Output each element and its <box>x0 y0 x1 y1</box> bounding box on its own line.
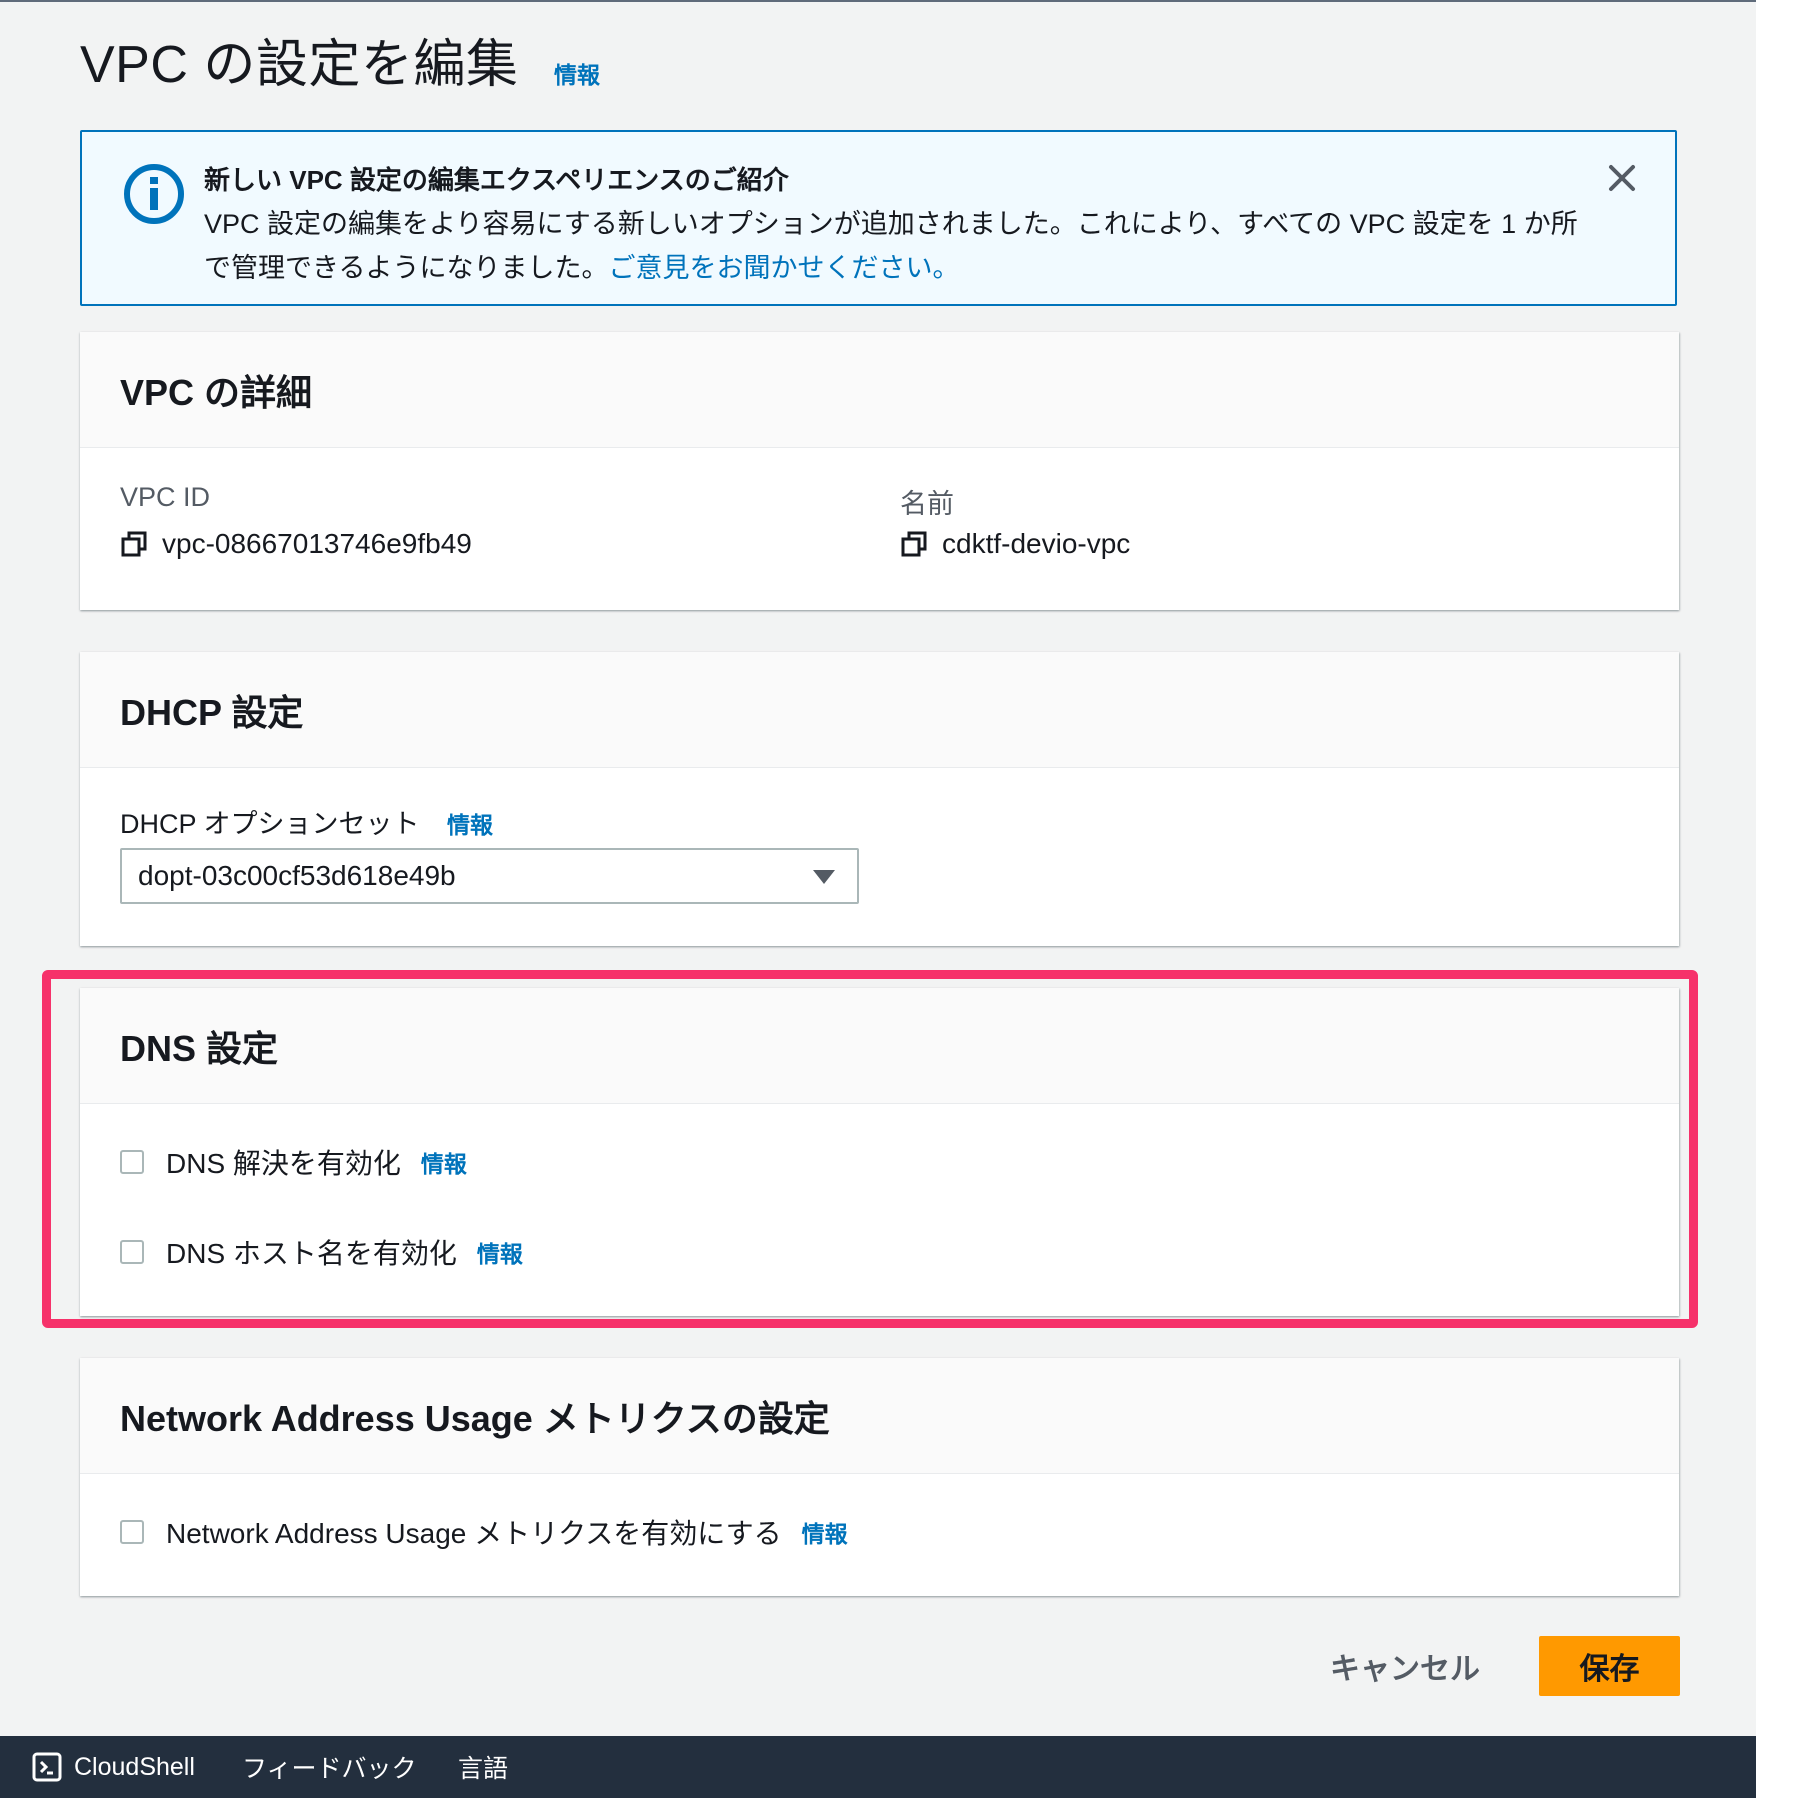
feedback-link[interactable]: ご意見をお聞かせください。 <box>608 253 959 283</box>
dhcp-option-set-select[interactable]: dopt-03c00cf53d618e49b <box>120 848 859 904</box>
info-icon <box>124 164 184 224</box>
vpc-name-value-row: cdktf-devio-vpc <box>900 528 1130 560</box>
dhcp-option-set-label-text: DHCP オプションセット <box>120 809 420 839</box>
copy-icon[interactable] <box>120 530 148 558</box>
nau-info-link[interactable]: 情報 <box>802 1515 848 1549</box>
dns-resolution-row: DNS 解決を有効化 情報 <box>120 1142 467 1182</box>
vpc-name-value: cdktf-devio-vpc <box>942 528 1131 559</box>
right-edge <box>1756 0 1798 1798</box>
top-border <box>0 0 1756 2</box>
vpc-details-panel: VPC の詳細 VPC ID vpc-08667013746e9fb49 名前 … <box>80 332 1679 610</box>
nau-checkbox-label[interactable]: Network Address Usage メトリクスを有効にする <box>166 1512 782 1552</box>
dhcp-option-set-value: dopt-03c00cf53d618e49b <box>138 860 456 891</box>
nau-row: Network Address Usage メトリクスを有効にする 情報 <box>120 1512 848 1552</box>
dns-resolution-label[interactable]: DNS 解決を有効化 <box>166 1142 401 1182</box>
page-title: VPC の設定を編集 <box>80 36 519 94</box>
vpc-id-label: VPC ID <box>120 482 211 512</box>
cloudshell-button[interactable]: CloudShell <box>32 1736 195 1798</box>
dns-hostnames-checkbox[interactable] <box>120 1240 144 1264</box>
flash-body: VPC 設定の編集をより容易にする新しいオプションが追加されました。これにより、… <box>204 202 1584 290</box>
save-button[interactable]: 保存 <box>1539 1636 1680 1696</box>
dns-hostnames-info-link[interactable]: 情報 <box>477 1235 523 1269</box>
vpc-details-header: VPC の詳細 <box>80 332 1679 448</box>
flash-title: 新しい VPC 設定の編集エクスペリエンスのご紹介 <box>204 165 789 195</box>
cloudshell-icon <box>32 1752 62 1782</box>
dns-hostnames-label[interactable]: DNS ホスト名を有効化 <box>166 1232 457 1272</box>
vpc-id-value: vpc-08667013746e9fb49 <box>162 528 472 559</box>
console-footer: CloudShell フィードバック 言語 <box>0 1736 1756 1798</box>
dhcp-settings-panel: DHCP 設定 DHCP オプションセット 情報 dopt-03c00cf53d… <box>80 652 1679 946</box>
nau-settings-header: Network Address Usage メトリクスの設定 <box>80 1358 1679 1474</box>
dns-hostnames-row: DNS ホスト名を有効化 情報 <box>120 1232 523 1272</box>
copy-icon[interactable] <box>900 530 928 558</box>
dhcp-info-link[interactable]: 情報 <box>447 812 493 838</box>
dns-settings-header: DNS 設定 <box>80 988 1679 1104</box>
page-info-link[interactable]: 情報 <box>554 56 600 90</box>
cloudshell-label: CloudShell <box>74 1752 195 1781</box>
caret-down-icon <box>813 870 835 884</box>
language-button[interactable]: 言語 <box>458 1736 508 1798</box>
dns-resolution-checkbox[interactable] <box>120 1150 144 1174</box>
nau-checkbox[interactable] <box>120 1520 144 1544</box>
info-flash-banner: 新しい VPC 設定の編集エクスペリエンスのご紹介 VPC 設定の編集をより容易… <box>80 130 1677 306</box>
vpc-name-label: 名前 <box>900 489 954 519</box>
feedback-button[interactable]: フィードバック <box>242 1736 417 1798</box>
dns-resolution-info-link[interactable]: 情報 <box>421 1145 467 1179</box>
cancel-button[interactable]: キャンセル <box>1320 1636 1490 1696</box>
dhcp-option-set-label: DHCP オプションセット 情報 <box>120 802 493 841</box>
dns-settings-panel: DNS 設定 DNS 解決を有効化 情報 DNS ホスト名を有効化 情報 <box>80 988 1679 1316</box>
close-icon[interactable] <box>1602 158 1642 198</box>
vpc-id-value-row: vpc-08667013746e9fb49 <box>120 528 472 560</box>
nau-settings-panel: Network Address Usage メトリクスの設定 Network A… <box>80 1358 1679 1596</box>
dhcp-settings-header: DHCP 設定 <box>80 652 1679 768</box>
